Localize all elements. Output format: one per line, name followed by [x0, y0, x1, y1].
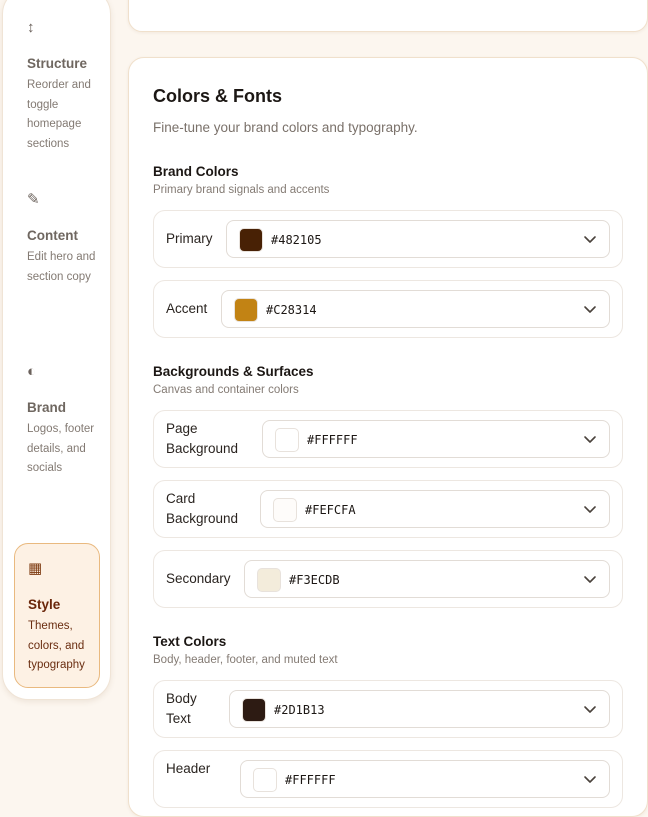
color-row-accent: Accent #C28314	[153, 280, 623, 338]
color-hex-value: #F3ECDB	[289, 573, 340, 587]
chevron-down-icon	[584, 236, 596, 243]
color-row-secondary: Secondary #F3ECDB	[153, 550, 623, 608]
sidebar-item-title: Structure	[27, 56, 88, 71]
panel-subtitle: Fine-tune your brand colors and typograp…	[153, 120, 418, 135]
sidebar-item-title: Style	[28, 597, 61, 612]
color-hex-value: #FEFCFA	[305, 503, 356, 517]
text-colors-desc: Body, header, footer, and muted text	[153, 654, 338, 666]
sidebar-item-desc: Themes, colors, and typography	[28, 620, 85, 671]
chevron-down-icon	[584, 776, 596, 783]
previous-panel	[128, 0, 648, 32]
panel-title: Colors & Fonts	[153, 86, 282, 106]
half-circle-icon: ◐	[27, 363, 37, 380]
sidebar-item-desc: Edit hero and section copy	[27, 251, 96, 283]
color-hex-value: #FFFFFF	[285, 773, 336, 787]
color-label: Body Text	[166, 691, 197, 726]
color-swatch	[275, 428, 299, 452]
chevron-down-icon	[584, 576, 596, 583]
backgrounds-heading: Backgrounds & Surfaces	[153, 364, 314, 379]
brand-colors-desc: Primary brand signals and accents	[153, 184, 330, 196]
settings-sidebar: ↕ Structure Reorder and toggle homepage …	[2, 0, 111, 700]
color-swatch	[257, 568, 281, 592]
color-label: Accent	[166, 301, 208, 316]
sidebar-item-desc: Logos, footer details, and socials	[27, 423, 95, 474]
colors-fonts-panel: Colors & Fonts Fine-tune your brand colo…	[128, 57, 648, 817]
sidebar-item-structure[interactable]: ↕ Structure Reorder and toggle homepage …	[14, 19, 100, 154]
color-row-primary: Primary #482105	[153, 210, 623, 268]
reorder-arrows-icon: ↕	[27, 19, 35, 36]
color-label: Secondary	[166, 571, 231, 586]
color-swatch	[239, 228, 263, 252]
color-hex-value: #FFFFFF	[307, 433, 358, 447]
secondary-color-select[interactable]: #F3ECDB	[244, 560, 610, 598]
color-label: Header	[166, 761, 211, 776]
header-text-color-select[interactable]: #FFFFFF	[240, 760, 610, 798]
color-hex-value: #2D1B13	[274, 703, 325, 717]
accent-color-select[interactable]: #C28314	[221, 290, 610, 328]
color-label: Card Background	[166, 491, 239, 526]
color-hex-value: #482105	[271, 233, 322, 247]
color-swatch	[242, 698, 266, 722]
sidebar-item-style[interactable]: ▦ Style Themes, colors, and typography	[14, 543, 100, 688]
chevron-down-icon	[584, 436, 596, 443]
sidebar-item-brand[interactable]: ◐ Brand Logos, footer details, and socia…	[14, 363, 100, 479]
text-colors-heading: Text Colors	[153, 634, 227, 649]
color-row-header-text: Header #FFFFFF	[153, 750, 623, 808]
color-label: Page Background	[166, 421, 239, 456]
primary-color-select[interactable]: #482105	[226, 220, 610, 258]
color-row-card-background: Card Background #FEFCFA	[153, 480, 623, 538]
color-swatch	[253, 768, 277, 792]
chevron-down-icon	[584, 506, 596, 513]
color-swatch	[234, 298, 258, 322]
color-hex-value: #C28314	[266, 303, 317, 317]
page-background-color-select[interactable]: #FFFFFF	[262, 420, 610, 458]
chevron-down-icon	[584, 706, 596, 713]
sidebar-item-title: Content	[27, 228, 78, 243]
color-label: Primary	[166, 231, 213, 246]
sidebar-item-desc: Reorder and toggle homepage sections	[27, 79, 91, 150]
brand-colors-heading: Brand Colors	[153, 164, 239, 179]
color-row-body-text: Body Text #2D1B13	[153, 680, 623, 738]
color-row-page-background: Page Background #FFFFFF	[153, 410, 623, 468]
sidebar-item-content[interactable]: ✎ Content Edit hero and section copy	[14, 191, 100, 287]
sidebar-item-title: Brand	[27, 400, 67, 415]
grid-icon: ▦	[28, 560, 43, 577]
color-swatch	[273, 498, 297, 522]
backgrounds-desc: Canvas and container colors	[153, 384, 299, 396]
pencil-icon: ✎	[27, 191, 40, 208]
body-text-color-select[interactable]: #2D1B13	[229, 690, 610, 728]
card-background-color-select[interactable]: #FEFCFA	[260, 490, 610, 528]
chevron-down-icon	[584, 306, 596, 313]
